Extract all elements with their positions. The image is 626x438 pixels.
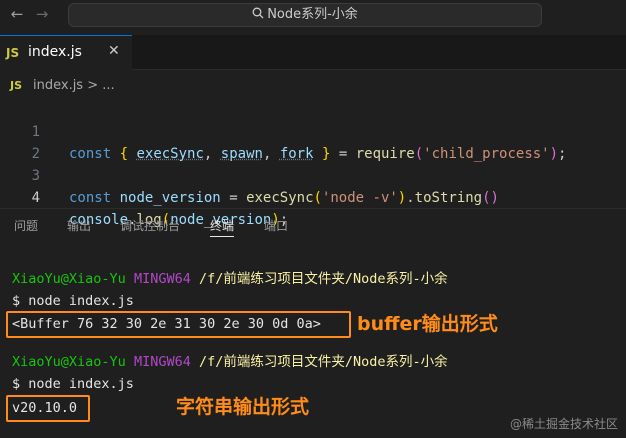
javascript-file-icon: JS <box>10 79 23 92</box>
terminal-command: $ node index.js <box>12 376 134 392</box>
terminal-prompt: XiaoYu@Xiao-Yu MINGW64 /f/前端练习项目文件夹/Node… <box>12 354 448 370</box>
code-line: 2 <box>0 121 626 162</box>
close-icon[interactable]: ✕ <box>108 43 120 59</box>
tab-output[interactable]: 输出 <box>67 217 91 237</box>
code-content: const node_version = execSync('node -v')… <box>69 190 499 206</box>
terminal-command: $ node index.js <box>12 293 134 309</box>
annotation-buffer: buffer输出形式 <box>357 313 498 335</box>
tab-debug-console[interactable]: 调试控制台 <box>120 217 180 237</box>
tab-label: index.js <box>28 44 82 60</box>
tab-terminal[interactable]: 终端 <box>210 217 235 237</box>
annotation-string: 字符串输出形式 <box>176 396 310 418</box>
title-bar: ← → Node系列-小余 <box>0 0 626 30</box>
terminal-output-string: v20.10.0 <box>12 400 78 416</box>
terminal[interactable]: XiaoYu@Xiao-Yu MINGW64 /f/前端练习项目文件夹/Node… <box>0 260 626 438</box>
watermark: @稀土掘金技术社区 <box>509 417 618 431</box>
arrow-left-icon[interactable]: ← <box>8 5 26 23</box>
arrow-right-icon[interactable]: → <box>33 5 51 23</box>
breadcrumb[interactable]: JS index.js > ... <box>0 75 626 97</box>
tab-index-js[interactable]: JS index.js ✕ <box>0 35 132 70</box>
code-line: 3 const node_version = execSync('node -v… <box>0 143 626 206</box>
command-center-search[interactable]: Node系列-小余 <box>68 3 542 27</box>
code-line: 1 const { execSync, spawn, fork } = requ… <box>0 99 626 162</box>
command-center-label: Node系列-小余 <box>267 7 358 22</box>
tab-ports[interactable]: 端口 <box>264 217 288 237</box>
tab-problems[interactable]: 问题 <box>14 217 38 237</box>
code-line: 4 console.log(node_version); <box>0 165 626 228</box>
breadcrumb-path[interactable]: index.js > ... <box>33 75 115 97</box>
line-number: 4 <box>31 190 40 206</box>
editor-tab-bar: JS index.js ✕ <box>0 35 626 70</box>
javascript-file-icon: JS <box>6 46 20 60</box>
terminal-output-buffer: <Buffer 76 32 30 2e 31 30 2e 30 0d 0a> <box>12 316 321 332</box>
terminal-prompt: XiaoYu@Xiao-Yu MINGW64 /f/前端练习项目文件夹/Node… <box>12 271 448 287</box>
code-editor[interactable]: 1 const { execSync, spawn, fork } = requ… <box>0 99 626 228</box>
search-icon <box>252 7 264 19</box>
panel-tab-bar: 问题 输出 调试控制台 终端 端口 <box>0 208 626 242</box>
